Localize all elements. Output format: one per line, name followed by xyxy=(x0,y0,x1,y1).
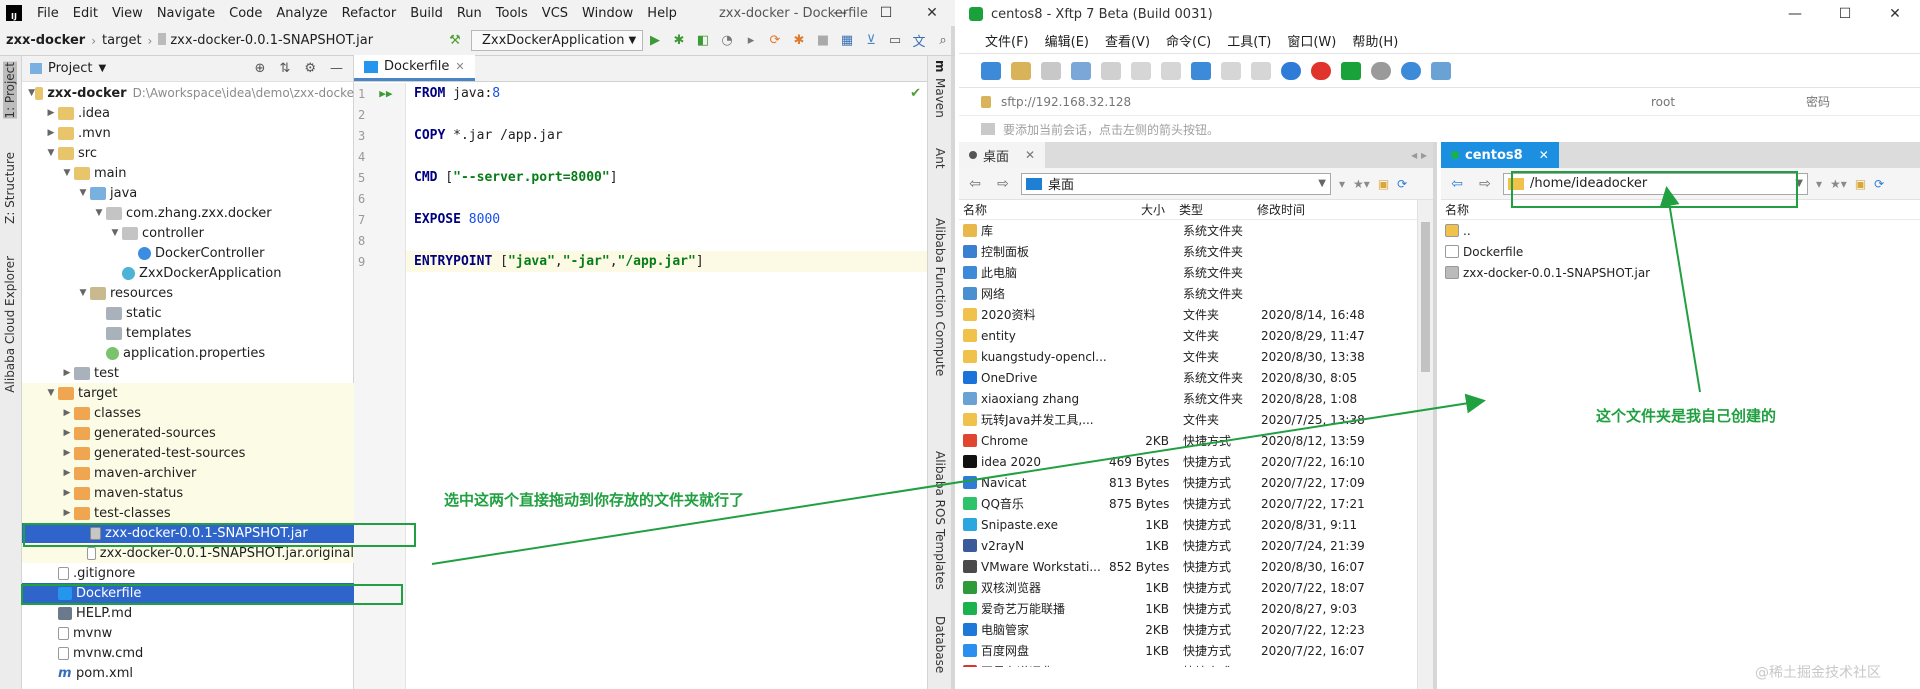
folder-note-arrow xyxy=(1659,186,1701,393)
drag-arrow xyxy=(431,393,1486,565)
watermark: @稀土掘金技术社区 xyxy=(1755,665,1881,681)
drag-instruction-note: 选中这两个直接拖动到你存放的文件夹就行了 xyxy=(444,491,745,509)
folder-note: 这个文件夹是我自己创建的 xyxy=(1596,407,1777,425)
annotation-arrows xyxy=(431,186,1701,565)
